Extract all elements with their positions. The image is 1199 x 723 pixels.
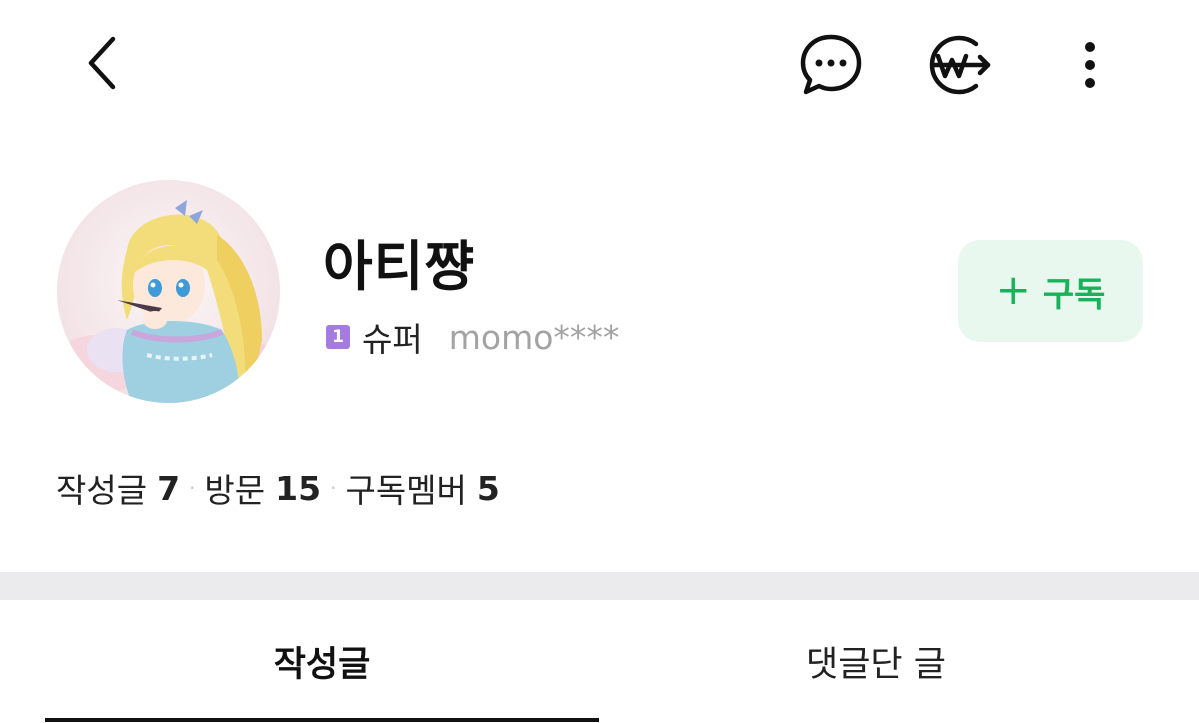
profile-section: 아티쨩 1 슈퍼 momo**** + 구독 — [0, 170, 1199, 420]
visits-label: 방문 — [204, 471, 266, 510]
user-id: momo**** — [448, 317, 620, 357]
grade-badge: 1 — [326, 325, 350, 349]
chat-bubble-icon — [800, 34, 862, 95]
member-meta: 1 슈퍼 momo**** — [326, 313, 619, 361]
visits-count: 15 — [275, 468, 322, 508]
back-button[interactable] — [70, 30, 136, 96]
subscribe-label: 구독 — [1042, 274, 1106, 315]
profile-stats: 작성글 7 · 방문 15 · 구독멤버 5 — [56, 464, 500, 512]
posts-label: 작성글 — [56, 471, 148, 510]
members-count: 5 — [476, 468, 500, 508]
avatar-illustration — [57, 180, 280, 403]
chevron-left-icon — [88, 36, 116, 90]
stats-separator: · — [330, 476, 337, 500]
avatar[interactable] — [57, 180, 280, 403]
grade-label: 슈퍼 — [362, 320, 423, 359]
active-tab-indicator — [45, 718, 599, 722]
tab-commented[interactable]: 댓글단 글 — [599, 600, 1153, 723]
stats-separator: · — [189, 476, 196, 500]
tab-posts[interactable]: 작성글 — [45, 600, 599, 723]
chat-button[interactable] — [796, 30, 866, 100]
more-options-button[interactable] — [1062, 30, 1118, 100]
more-vertical-icon — [1085, 42, 1095, 88]
nickname: 아티쨩 — [323, 235, 476, 298]
plus-icon: + — [995, 264, 1031, 314]
w-pay-icon — [929, 35, 991, 95]
section-divider — [0, 572, 1199, 600]
w-pay-button[interactable] — [924, 30, 994, 100]
members-label: 구독멤버 — [345, 471, 467, 510]
subscribe-button[interactable]: + 구독 — [958, 240, 1143, 342]
posts-count: 7 — [157, 468, 181, 508]
tab-bar: 작성글 댓글단 글 — [0, 600, 1199, 723]
top-bar — [0, 0, 1199, 125]
